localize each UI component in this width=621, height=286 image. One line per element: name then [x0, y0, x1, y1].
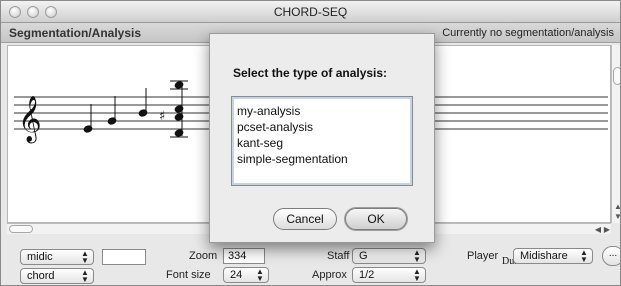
mode-select[interactable]: midic ▲ ▼ [20, 249, 94, 265]
note [83, 104, 93, 133]
font-size-value: 24 [230, 269, 243, 281]
scroll-left-icon[interactable]: ◀ [595, 225, 601, 234]
sharp-icon: ♯ [159, 109, 165, 124]
cancel-button[interactable]: Cancel [273, 208, 337, 230]
player-label: Player [467, 250, 499, 262]
select-arrows-icon: ▲ ▼ [81, 268, 89, 284]
chord-seq-window: CHORD-SEQ Segmentation/Analysis Currentl… [0, 0, 621, 286]
font-size-label: Font size [166, 269, 211, 281]
analysis-type-list[interactable]: my-analysis pcset-analysis kant-seg simp… [231, 96, 413, 186]
note [107, 96, 117, 125]
controls-panel: midic ▲ ▼ Zoom 334 Staff G ▲ ▼ Player Midi… [1, 241, 620, 285]
dialog-title: Select the type of analysis: [233, 66, 388, 80]
list-item[interactable]: kant-seg [237, 135, 407, 151]
treble-clef-icon: 𝄞 [18, 96, 42, 144]
segmentation-status: Currently no segmentation/analysis [442, 27, 614, 39]
more-button[interactable]: ... [602, 246, 620, 266]
staff-label: Staff [327, 250, 350, 262]
staff-select[interactable]: G ▲ ▼ [352, 248, 426, 264]
scroll-down-icon[interactable]: ▼ [614, 212, 620, 221]
font-size-select[interactable]: 24 ▲ ▼ [223, 267, 269, 283]
select-arrows-icon: ▲ ▼ [81, 249, 89, 265]
select-arrows-icon: ▲ ▼ [256, 267, 264, 283]
staff-select-value: G [359, 250, 368, 262]
ok-button[interactable]: OK [345, 208, 407, 230]
select-arrows-icon: ▲ ▼ [580, 248, 588, 264]
vertical-scrollbar[interactable]: ▲ ▼ [611, 45, 620, 223]
horizontal-scroll-thumb[interactable] [9, 225, 33, 233]
list-item[interactable]: simple-segmentation [237, 151, 407, 167]
scroll-right-icon[interactable]: ▶ [604, 225, 610, 234]
scroll-up-icon[interactable]: ▲ [614, 202, 620, 211]
approx-select[interactable]: 1/2 ▲ ▼ [352, 267, 426, 283]
note [138, 88, 148, 117]
select-arrows-icon: ▲ ▼ [413, 267, 421, 283]
title-bar: CHORD-SEQ [1, 1, 620, 23]
list-item[interactable]: pcset-analysis [237, 119, 407, 135]
value-field[interactable] [102, 249, 146, 265]
list-item[interactable]: my-analysis [237, 103, 407, 119]
approx-select-value: 1/2 [359, 269, 375, 281]
mode-select-value: midic [27, 251, 53, 263]
analysis-type-dialog: Select the type of analysis: my-analysis… [209, 33, 435, 243]
select-arrows-icon: ▲ ▼ [413, 248, 421, 264]
player-select[interactable]: Midishare ▲ ▼ [513, 248, 593, 264]
vertical-scroll-thumb[interactable] [613, 67, 620, 85]
view-select[interactable]: chord ▲ ▼ [20, 268, 94, 284]
zoom-label: Zoom [189, 250, 218, 262]
view-select-value: chord [27, 270, 55, 282]
segmentation-title: Segmentation/Analysis [9, 26, 142, 40]
approx-label: Approx [312, 269, 347, 281]
zoom-field[interactable]: 334 [223, 248, 265, 264]
window-title: CHORD-SEQ [273, 5, 348, 19]
player-select-value: Midishare [520, 250, 568, 262]
